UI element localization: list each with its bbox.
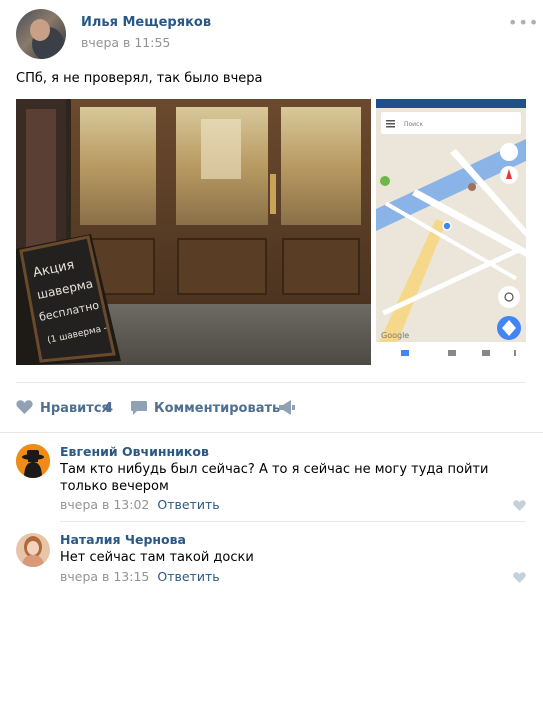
comment-time[interactable]: вчера в 13:15 <box>60 569 149 584</box>
more-dots-icon[interactable]: ••• <box>508 15 539 31</box>
post-timestamp[interactable]: вчера в 11:55 <box>81 35 170 50</box>
comments-divider <box>0 432 543 433</box>
reply-button[interactable]: Ответить <box>157 569 219 584</box>
post-photo-map[interactable]: Поиск Google <box>376 99 526 365</box>
comment-meta: вчера в 13:02 Ответить <box>60 497 220 512</box>
post-text: СПб, я не проверял, так было вчера <box>16 71 263 86</box>
comment-heart-icon[interactable] <box>513 572 526 583</box>
post-divider <box>16 382 526 383</box>
comment-divider <box>60 521 526 522</box>
svg-text:Поиск: Поиск <box>404 121 423 128</box>
author-avatar[interactable] <box>16 9 66 59</box>
reply-button[interactable]: Ответить <box>157 497 219 512</box>
comment-heart-icon[interactable] <box>513 500 526 511</box>
author-name[interactable]: Илья Мещеряков <box>81 15 211 30</box>
comment-button[interactable]: Комментировать <box>154 401 280 416</box>
commenter-avatar[interactable] <box>16 444 50 478</box>
svg-text:Google: Google <box>381 331 409 340</box>
comment-time[interactable]: вчера в 13:02 <box>60 497 149 512</box>
share-icon[interactable] <box>279 400 296 415</box>
like-button[interactable]: Нравится <box>40 401 110 416</box>
like-count[interactable]: 4 <box>104 401 113 416</box>
commenter-name[interactable]: Евгений Овчинников <box>60 444 209 459</box>
comment-meta: вчера в 13:15 Ответить <box>60 569 220 584</box>
commenter-avatar[interactable] <box>16 533 50 567</box>
comment-icon[interactable] <box>131 401 147 415</box>
heart-icon[interactable] <box>16 400 33 414</box>
commenter-name[interactable]: Наталия Чернова <box>60 532 186 547</box>
post-photo-doorway[interactable]: Акция шаверма бесплатно (1 шаверма - <box>16 99 371 365</box>
comment-text: Нет сейчас там такой доски <box>60 550 254 565</box>
post-actions: Нравится 4 Комментировать <box>0 388 543 428</box>
comment-text: Там кто нибудь был сейчас? А то я сейчас… <box>60 462 489 494</box>
